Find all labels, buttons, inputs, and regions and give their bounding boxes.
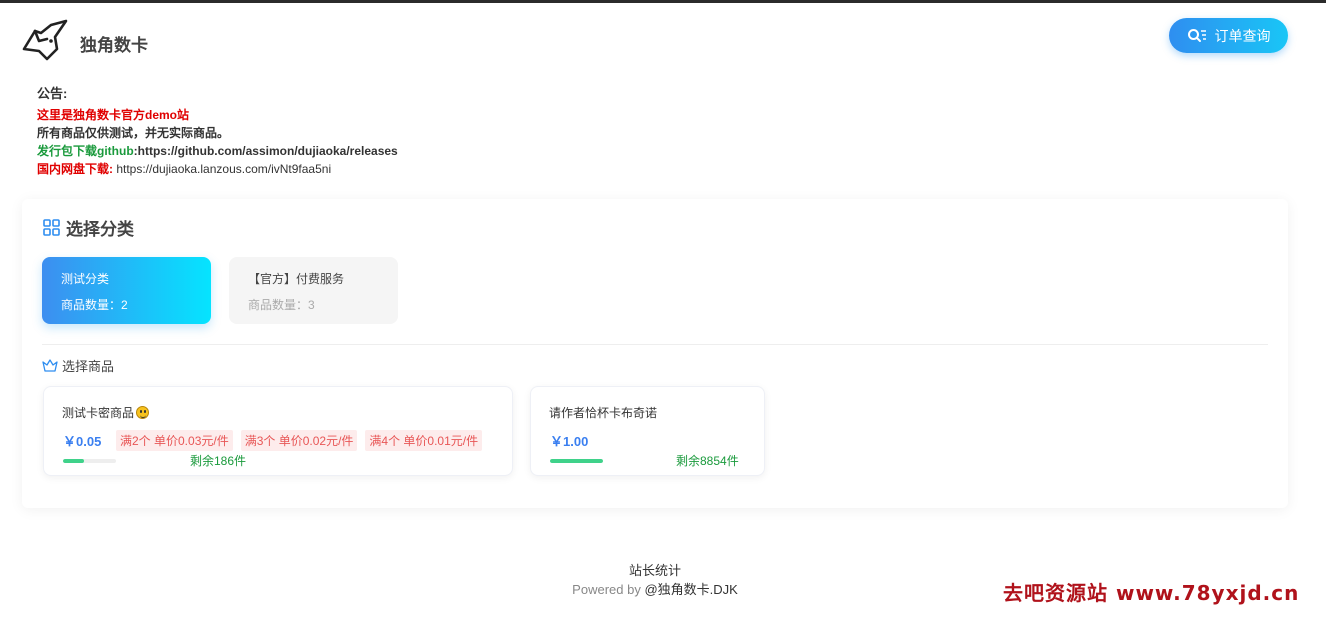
top-border bbox=[0, 0, 1326, 3]
product-name-text: 测试卡密商品 bbox=[62, 406, 135, 420]
stock-progress-bar bbox=[63, 459, 116, 463]
category-name: 【官方】付费服务 bbox=[248, 272, 345, 286]
github-label: 发行包下载github bbox=[37, 144, 134, 158]
stock-progress-fill bbox=[63, 459, 85, 463]
wholesale-tag: 满2个 单价0.03元/件 bbox=[116, 430, 233, 451]
announcement-line-demo: 这里是独角数卡官方demo站 bbox=[37, 108, 190, 122]
announcement: 公告: 这里是独角数卡官方demo站 所有商品仅供测试，并无实际商品。 发行包下… bbox=[37, 85, 398, 178]
order-query-label: 订单查询 bbox=[1214, 27, 1271, 44]
stock-progress-fill bbox=[550, 459, 603, 463]
github-link[interactable]: :https://github.com/assimon/dujiaoka/rel… bbox=[134, 144, 398, 158]
wholesale-tags: 满2个 单价0.03元/件 满3个 单价0.02元/件 满4个 单价0.01元/… bbox=[116, 430, 483, 451]
product-title-text: 选择商品 bbox=[62, 359, 115, 374]
announcement-title: 公告: bbox=[37, 86, 68, 101]
category-card-official[interactable]: 【官方】付费服务 商品数量：3 bbox=[229, 257, 398, 324]
stock-remaining: 剩余186件 bbox=[190, 454, 247, 468]
search-list-icon bbox=[1187, 28, 1206, 42]
product-price: ￥1.00 bbox=[550, 434, 589, 449]
product-card[interactable]: 请作者恰杯卡布奇诺 ￥1.00 剩余8854件 bbox=[530, 386, 765, 476]
shop-card: 选择分类 测试分类 商品数量：2 【官方】付费服务 商品数量：3 选择商品 测试… bbox=[22, 199, 1288, 508]
product-card[interactable]: 测试卡密商品 ￥0.05 满2个 单价0.03元/件 满3个 单价0.02元/件… bbox=[43, 386, 513, 476]
stock-remaining: 剩余8854件 bbox=[676, 454, 739, 468]
order-query-button[interactable]: 订单查询 bbox=[1169, 18, 1288, 53]
divider bbox=[42, 344, 1268, 345]
category-name: 测试分类 bbox=[61, 272, 110, 286]
crown-icon bbox=[42, 359, 58, 372]
powered-by-brand[interactable]: @独角数卡.DJK bbox=[644, 582, 737, 597]
category-count: 商品数量：2 bbox=[61, 298, 128, 312]
category-card-test[interactable]: 测试分类 商品数量：2 bbox=[42, 257, 211, 324]
netdisk-label: 国内网盘下载: bbox=[37, 162, 113, 176]
category-title-text: 选择分类 bbox=[66, 220, 134, 239]
netdisk-link[interactable]: https://dujiaoka.lanzous.com/ivNt9faa5ni bbox=[113, 162, 331, 176]
wholesale-tag: 满3个 单价0.02元/件 bbox=[240, 430, 358, 451]
stock-progress-bar bbox=[550, 459, 603, 463]
product-name: 测试卡密商品 bbox=[62, 404, 150, 421]
grid-icon bbox=[43, 219, 60, 236]
product-section-title: 选择商品 bbox=[42, 356, 114, 375]
smiley-emoji-icon bbox=[136, 406, 150, 419]
category-section-title: 选择分类 bbox=[43, 215, 134, 240]
powered-by-prefix: Powered by bbox=[572, 582, 645, 597]
brand-name[interactable]: 独角数卡 bbox=[80, 31, 148, 56]
announcement-line-test: 所有商品仅供测试，并无实际商品。 bbox=[37, 126, 230, 140]
product-name-text: 请作者恰杯卡布奇诺 bbox=[549, 406, 658, 420]
announcement-line-github: 发行包下载github:https://github.com/assimon/d… bbox=[37, 142, 398, 160]
unicorn-logo-icon[interactable] bbox=[21, 19, 69, 61]
category-count: 商品数量：3 bbox=[248, 298, 315, 312]
product-name: 请作者恰杯卡布奇诺 bbox=[549, 404, 657, 421]
wholesale-tag: 满4个 单价0.01元/件 bbox=[365, 430, 483, 451]
product-price: ￥0.05 bbox=[63, 434, 102, 449]
announcement-line-lanzous: 国内网盘下载: https://dujiaoka.lanzous.com/ivN… bbox=[37, 160, 398, 178]
watermark-text: 去吧资源站 www.78yxjd.cn bbox=[1003, 581, 1300, 605]
